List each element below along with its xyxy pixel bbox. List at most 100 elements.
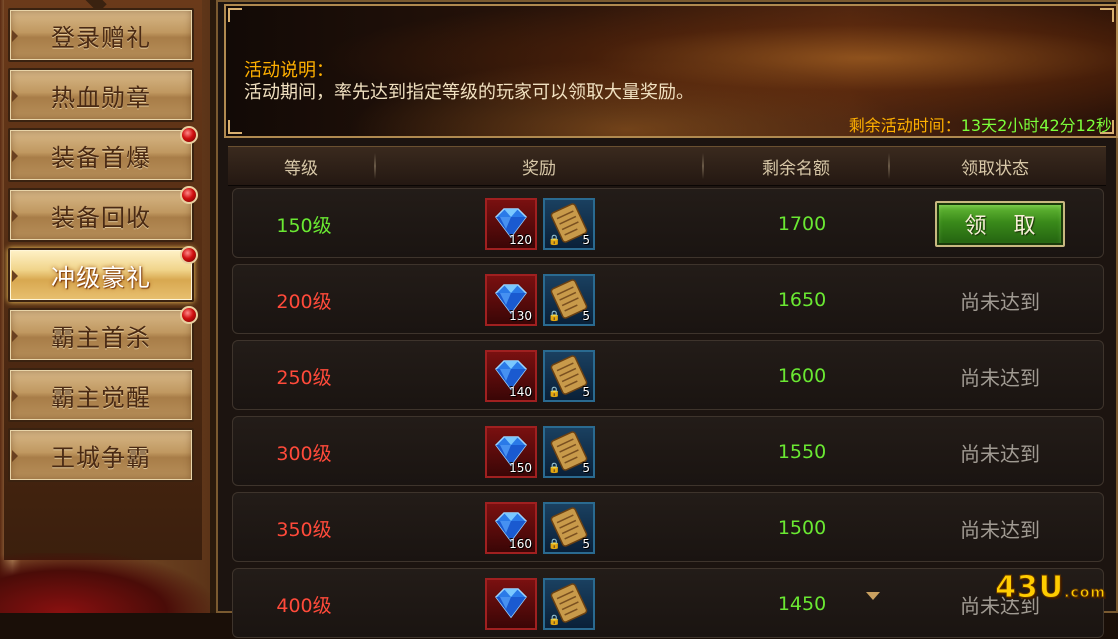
remaining-cell: 1550: [709, 417, 895, 487]
header-level: 等级: [284, 158, 318, 179]
reward-cell: 130 🔒 5: [375, 265, 705, 335]
sidebar-item-label: 霸主觉醒: [51, 383, 151, 412]
event-window: 登录赠礼热血勋章装备首爆装备回收冲级豪礼霸主首杀霸主觉醒王城争霸 活动说明： 活…: [0, 0, 1118, 638]
item-count: 130: [509, 309, 532, 323]
table-header: 等级 奖励 剩余名额 领取状态: [228, 146, 1106, 186]
item-count: 140: [509, 385, 532, 399]
level-cell: 200级: [233, 265, 375, 335]
scroll-down-icon[interactable]: [866, 592, 880, 600]
lock-icon: 🔒: [548, 539, 561, 550]
sidebar-item[interactable]: 装备回收: [8, 186, 198, 242]
corner-ornament: [228, 8, 242, 22]
sidebar-item[interactable]: 王城争霸: [8, 428, 194, 482]
gem-item-icon[interactable]: [485, 578, 537, 630]
gem-item-icon[interactable]: 130: [485, 274, 537, 326]
remaining-value: 1550: [777, 441, 827, 463]
item-count: 5: [582, 385, 590, 399]
sidebar-item[interactable]: 登录赠礼: [8, 8, 194, 62]
notification-dot-icon: [180, 186, 198, 204]
sidebar-item-label: 热血勋章: [51, 83, 151, 112]
chevron-right-icon: [12, 330, 18, 342]
item-count: 5: [582, 233, 590, 247]
notification-dot-icon: [180, 126, 198, 144]
lock-icon: 🔒: [548, 311, 561, 322]
reward-cell: 🔒: [375, 569, 705, 639]
reward-cell: 160 🔒 5: [375, 493, 705, 563]
chevron-right-icon: [12, 390, 18, 402]
scroll-item-icon[interactable]: 🔒 5: [543, 502, 595, 554]
level-cell: 250级: [233, 341, 375, 411]
status-cell: 尚未达到: [897, 341, 1103, 411]
remaining-value: 1500: [777, 517, 827, 539]
sidebar-decoration: [0, 553, 210, 613]
reward-row: 350级 160 🔒 5 1500 尚未达到: [232, 492, 1104, 562]
reward-cell: 140 🔒 5: [375, 341, 705, 411]
notification-dot-icon: [180, 306, 198, 324]
reward-row: 150级 120 🔒 5 1700 领 取: [232, 188, 1104, 258]
sidebar-item[interactable]: 霸主觉醒: [8, 368, 194, 422]
countdown-label: 剩余活动时间：: [848, 116, 961, 135]
item-count: 5: [582, 537, 590, 551]
item-count: 150: [509, 461, 532, 475]
level-cell: 350级: [233, 493, 375, 563]
sidebar-item[interactable]: 热血勋章: [8, 68, 194, 122]
chevron-right-icon: [12, 450, 18, 462]
countdown-value: 13天2小时42分12秒: [960, 116, 1112, 135]
sidebar-item-label: 装备回收: [51, 203, 151, 232]
scroll-item-icon[interactable]: 🔒 5: [543, 350, 595, 402]
chevron-right-icon: [12, 150, 18, 162]
item-count: 120: [509, 233, 532, 247]
status-cell: 尚未达到: [897, 493, 1103, 563]
gem-item-icon[interactable]: 160: [485, 502, 537, 554]
notification-dot-icon: [180, 246, 198, 264]
lock-icon: 🔒: [548, 463, 561, 474]
header-reward: 奖励: [522, 158, 556, 179]
level-label: 300级: [276, 442, 332, 465]
main-frame: 活动说明： 活动期间，率先达到指定等级的玩家可以领取大量奖励。 剩余活动时间：1…: [216, 0, 1118, 638]
gem-item-icon[interactable]: 150: [485, 426, 537, 478]
reward-row: 200级 130 🔒 5 1650 尚未达到: [232, 264, 1104, 334]
scroll-item-icon[interactable]: 🔒 5: [543, 198, 595, 250]
corner-ornament: [228, 120, 242, 134]
item-count: 160: [509, 537, 532, 551]
gem-item-icon[interactable]: 140: [485, 350, 537, 402]
sidebar-item[interactable]: 装备首爆: [8, 126, 198, 182]
sidebar-item-label: 装备首爆: [51, 143, 151, 172]
sidebar-item[interactable]: 冲级豪礼: [8, 246, 198, 302]
sidebar-item-label: 霸主首杀: [51, 323, 151, 352]
lock-icon: 🔒: [548, 615, 561, 626]
level-cell: 150级: [233, 189, 375, 259]
lock-icon: 🔒: [548, 387, 561, 398]
claim-button-label: 领 取: [964, 214, 1046, 239]
level-cell: 400级: [233, 569, 375, 639]
level-label: 200级: [276, 290, 332, 313]
scroll-item-icon[interactable]: 🔒: [543, 578, 595, 630]
status-label: 尚未达到: [960, 365, 1040, 390]
event-banner: 活动说明： 活动期间，率先达到指定等级的玩家可以领取大量奖励。 剩余活动时间：1…: [224, 4, 1118, 138]
sidebar-item-label: 王城争霸: [51, 443, 151, 472]
status-label: 尚未达到: [960, 517, 1040, 542]
chevron-right-icon: [12, 30, 18, 42]
reward-row: 300级 150 🔒 5 1550 尚未达到: [232, 416, 1104, 486]
status-cell: 尚未达到: [897, 417, 1103, 487]
remaining-cell: 1650: [709, 265, 895, 335]
level-label: 250级: [276, 366, 332, 389]
sidebar: 登录赠礼热血勋章装备首爆装备回收冲级豪礼霸主首杀霸主觉醒王城争霸: [0, 0, 210, 613]
chevron-right-icon: [12, 270, 18, 282]
level-label: 350级: [276, 518, 332, 541]
sidebar-item[interactable]: 霸主首杀: [8, 306, 198, 362]
remaining-value: 1450: [777, 593, 827, 615]
main-panel: 活动说明： 活动期间，率先达到指定等级的玩家可以领取大量奖励。 剩余活动时间：1…: [210, 0, 1118, 638]
level-cell: 300级: [233, 417, 375, 487]
reward-cell: 120 🔒 5: [375, 189, 705, 259]
status-label: 尚未达到: [960, 441, 1040, 466]
remaining-value: 1600: [777, 365, 827, 387]
reward-cell: 150 🔒 5: [375, 417, 705, 487]
claim-button[interactable]: 领 取: [935, 201, 1065, 247]
chevron-right-icon: [12, 210, 18, 222]
gem-item-icon[interactable]: 120: [485, 198, 537, 250]
scroll-item-icon[interactable]: 🔒 5: [543, 274, 595, 326]
remaining-cell: 1700: [709, 189, 895, 259]
status-cell: 尚未达到: [897, 265, 1103, 335]
scroll-item-icon[interactable]: 🔒 5: [543, 426, 595, 478]
